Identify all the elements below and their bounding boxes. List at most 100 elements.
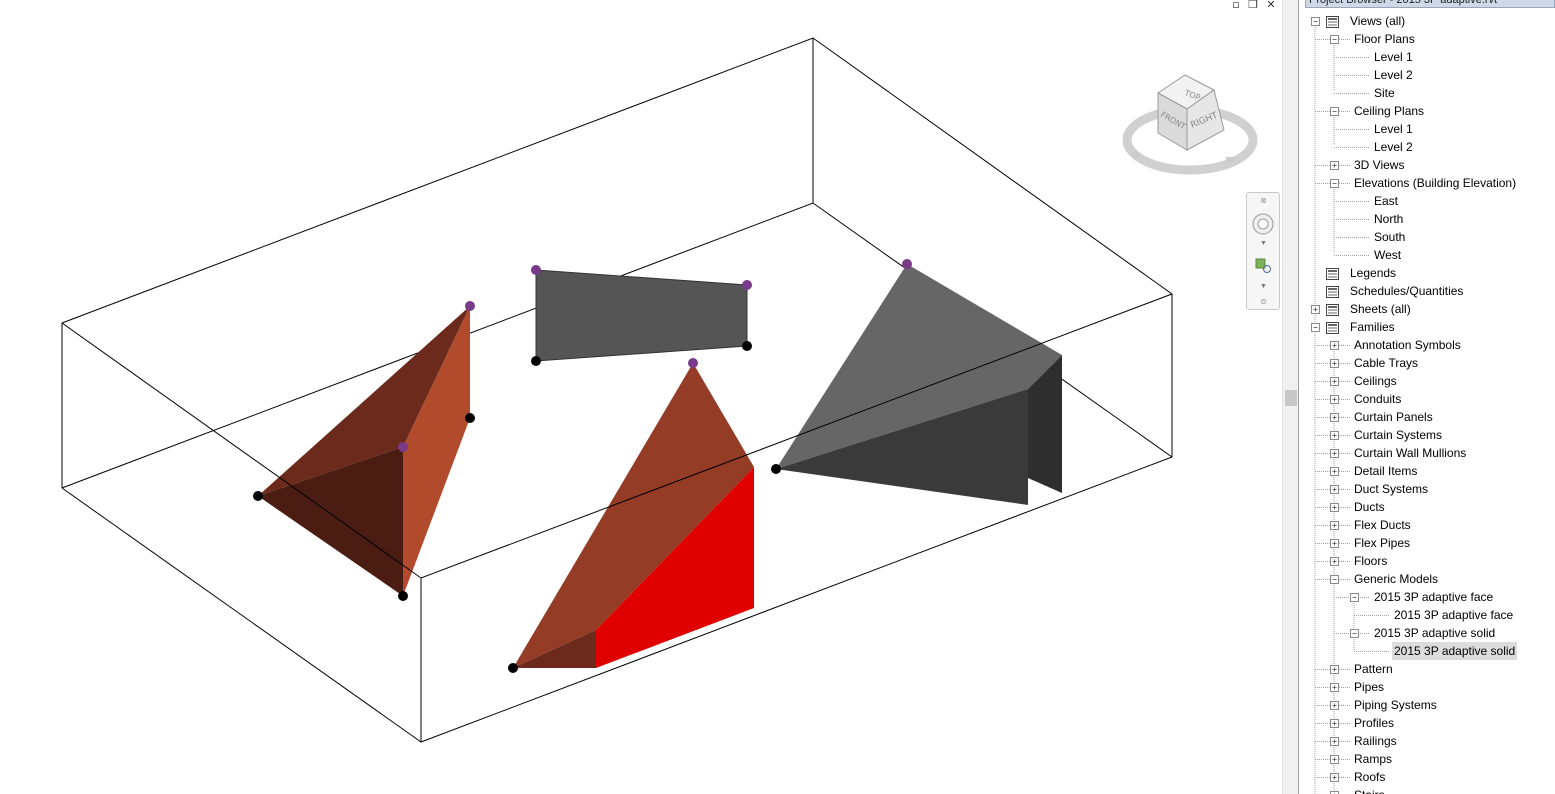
tree-item-label[interactable]: 3D Views [1352, 156, 1406, 174]
expand-icon[interactable]: + [1330, 413, 1339, 422]
tree-item-label[interactable]: Level 1 [1372, 120, 1415, 138]
tree-item[interactable]: Schedules/Quantities [1299, 282, 1555, 300]
tree-item-label[interactable]: Sheets (all) [1348, 300, 1413, 318]
tree-item-label[interactable]: Curtain Panels [1352, 408, 1435, 426]
tree-item-label[interactable]: Level 2 [1372, 66, 1415, 84]
viewcube[interactable]: TOP FRONT RIGHT [1122, 74, 1258, 175]
tree-item[interactable]: North [1299, 210, 1555, 228]
tree-item[interactable]: East [1299, 192, 1555, 210]
tree-item[interactable]: + Duct Systems [1299, 480, 1555, 498]
tree-item-label[interactable]: Level 2 [1372, 138, 1415, 156]
close-window-icon[interactable]: ✕ [1265, 0, 1277, 11]
expand-icon[interactable]: + [1330, 521, 1339, 530]
collapse-icon[interactable]: − [1311, 323, 1320, 332]
tree-item-label[interactable]: Stairs [1352, 786, 1387, 794]
tree-item-label[interactable]: East [1372, 192, 1400, 210]
tree-item[interactable]: + Curtain Systems [1299, 426, 1555, 444]
3d-scene[interactable]: TOP FRONT RIGHT [0, 0, 1282, 794]
tree-item-label[interactable]: Annotation Symbols [1352, 336, 1463, 354]
tree-item[interactable]: Level 2 [1299, 66, 1555, 84]
tree-item-label[interactable]: 2015 3P adaptive solid [1392, 642, 1518, 660]
tree-item-label[interactable]: Conduits [1352, 390, 1403, 408]
tree-item[interactable]: − Floor Plans [1299, 30, 1555, 48]
tree-item-label[interactable]: Pipes [1352, 678, 1386, 696]
tree-item[interactable]: Level 1 [1299, 120, 1555, 138]
compass-marker[interactable] [1226, 157, 1235, 163]
adaptive-point[interactable] [398, 442, 408, 452]
adaptive-point[interactable] [742, 341, 752, 351]
project-browser[interactable]: Project Browser - 2015 3P adaptive.rvt −… [1298, 0, 1555, 794]
tree-item-label[interactable]: Site [1372, 84, 1397, 102]
tree-item-label[interactable]: Floor Plans [1352, 30, 1417, 48]
collapse-icon[interactable]: − [1330, 575, 1339, 584]
tree-item-label[interactable]: Floors [1352, 552, 1389, 570]
tree-item-label[interactable]: North [1372, 210, 1405, 228]
tree-item-label[interactable]: Elevations (Building Elevation) [1352, 174, 1518, 192]
tree-item[interactable]: + Floors [1299, 552, 1555, 570]
tree-item-label[interactable]: Legends [1348, 264, 1398, 282]
tree-item[interactable]: − 2015 3P adaptive face [1299, 588, 1555, 606]
tree-item-label[interactable]: Generic Models [1352, 570, 1440, 588]
tree-item-label[interactable]: Detail Items [1352, 462, 1419, 480]
adaptive-point[interactable] [508, 663, 518, 673]
adaptive-point[interactable] [531, 356, 541, 366]
tree-item-label[interactable]: 2015 3P adaptive solid [1372, 624, 1497, 642]
tree-item-label[interactable]: Curtain Wall Mullions [1352, 444, 1468, 462]
tree-item[interactable]: 2015 3P adaptive face [1299, 606, 1555, 624]
navbar-close-icon[interactable]: ⊗ [1260, 196, 1267, 205]
collapse-icon[interactable]: − [1311, 17, 1320, 26]
tree-item-label[interactable]: Families [1348, 318, 1397, 336]
expand-icon[interactable]: + [1330, 161, 1339, 170]
tree-item[interactable]: + Pipes [1299, 678, 1555, 696]
tree-item[interactable]: − Families [1299, 318, 1555, 336]
restore-window-icon[interactable]: ▫ [1230, 0, 1242, 11]
tree-item[interactable]: + Flex Pipes [1299, 534, 1555, 552]
collapse-icon[interactable]: − [1330, 35, 1339, 44]
tree-item[interactable]: + Profiles [1299, 714, 1555, 732]
expand-icon[interactable]: + [1330, 755, 1339, 764]
tree-item-label[interactable]: Duct Systems [1352, 480, 1430, 498]
tree-item-label[interactable]: Schedules/Quantities [1348, 282, 1465, 300]
tree-item-label[interactable]: Profiles [1352, 714, 1396, 732]
adaptive-point[interactable] [742, 280, 752, 290]
tree-item[interactable]: + Ramps [1299, 750, 1555, 768]
adaptive-solid-middle[interactable] [508, 358, 754, 673]
expand-icon[interactable]: + [1330, 773, 1339, 782]
expand-icon[interactable]: + [1330, 701, 1339, 710]
tree-item-label[interactable]: Curtain Systems [1352, 426, 1444, 444]
adaptive-solid-right[interactable] [771, 259, 1062, 505]
expand-icon[interactable]: + [1330, 683, 1339, 692]
expand-icon[interactable]: + [1330, 431, 1339, 440]
tree-item[interactable]: + Annotation Symbols [1299, 336, 1555, 354]
tree-item[interactable]: + Ducts [1299, 498, 1555, 516]
scrollbar-thumb[interactable] [1285, 390, 1297, 406]
tree-item[interactable]: − Elevations (Building Elevation) [1299, 174, 1555, 192]
tree-item-label[interactable]: Ceiling Plans [1352, 102, 1426, 120]
tree-item[interactable]: Level 2 [1299, 138, 1555, 156]
tree-item[interactable]: − Ceiling Plans [1299, 102, 1555, 120]
collapse-icon[interactable]: − [1350, 593, 1359, 602]
tree-item[interactable]: + Ceilings [1299, 372, 1555, 390]
tree-item-label[interactable]: Ceilings [1352, 372, 1399, 390]
tree-item-label[interactable]: Roofs [1352, 768, 1387, 786]
tree-item[interactable]: +3D Views [1299, 156, 1555, 174]
tree-item-label[interactable]: Pattern [1352, 660, 1395, 678]
expand-icon[interactable]: + [1330, 719, 1339, 728]
tree-item[interactable]: + Detail Items [1299, 462, 1555, 480]
tree-item-label[interactable]: South [1372, 228, 1407, 246]
tree-item-label[interactable]: Level 1 [1372, 48, 1415, 66]
viewport-scrollbar[interactable] [1282, 0, 1299, 794]
tree-item[interactable]: +Stairs [1299, 786, 1555, 794]
tree-item-label[interactable]: Views (all) [1348, 12, 1407, 30]
expand-icon[interactable]: + [1330, 341, 1339, 350]
navbar-options-icon[interactable]: ⊜ [1260, 297, 1267, 306]
expand-icon[interactable]: + [1330, 359, 1339, 368]
zoom-region-icon[interactable] [1255, 258, 1266, 269]
tree-item[interactable]: + Sheets (all) [1299, 300, 1555, 318]
tree-item[interactable]: − 2015 3P adaptive solid [1299, 624, 1555, 642]
navigation-bar[interactable]: ⊗ ▼ ▼ ⊜ [1246, 192, 1280, 310]
collapse-icon[interactable]: − [1330, 107, 1339, 116]
adaptive-point[interactable] [465, 301, 475, 311]
tree-item[interactable]: − Generic Models [1299, 570, 1555, 588]
tree-item[interactable]: − Views (all) [1299, 12, 1555, 30]
